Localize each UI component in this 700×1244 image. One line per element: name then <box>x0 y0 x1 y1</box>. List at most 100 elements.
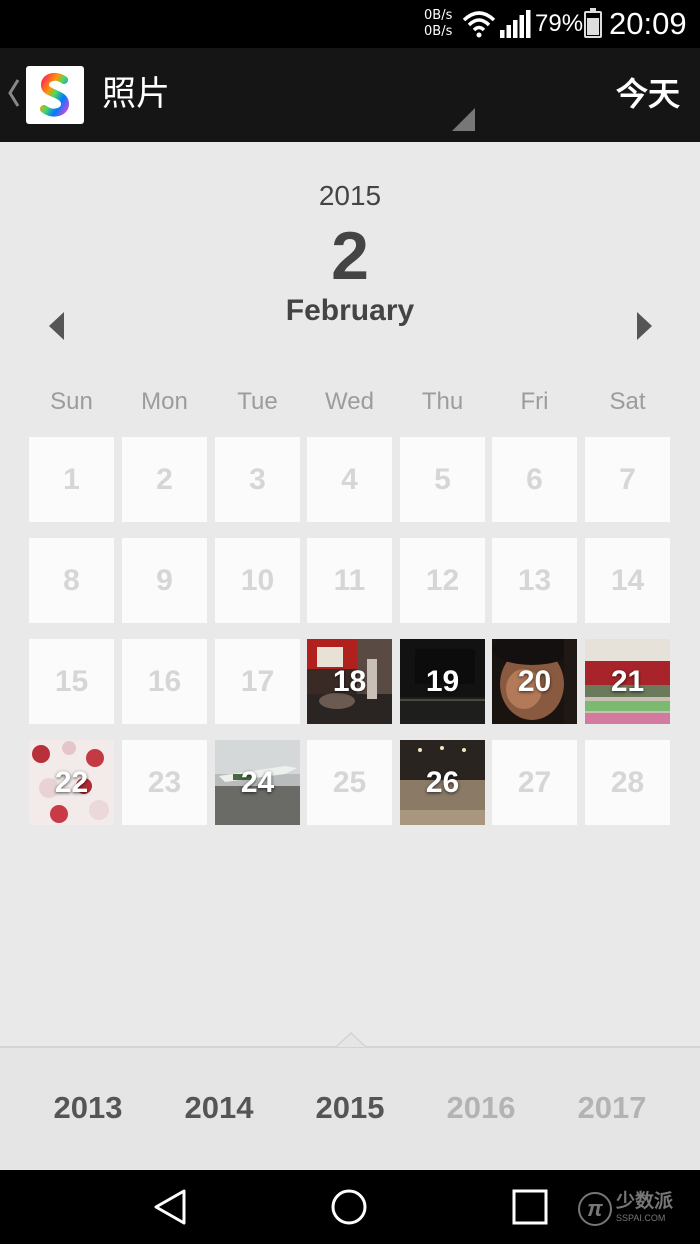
day-cell[interactable]: 17 <box>215 639 300 724</box>
home-circle-icon[interactable] <box>330 1188 368 1226</box>
day-number: 18 <box>332 664 367 698</box>
day-cell[interactable]: 1 <box>29 437 114 522</box>
day-number: 15 <box>54 664 89 698</box>
day-number: 25 <box>332 765 367 799</box>
chevron-left-icon[interactable] <box>7 78 21 108</box>
net-up-speed: 0B/s <box>424 8 453 23</box>
clock: 20:09 <box>609 6 687 41</box>
day-cell[interactable]: 7 <box>585 437 670 522</box>
day-number: 17 <box>240 664 275 698</box>
day-number: 6 <box>526 462 543 496</box>
selected-year: 2015 <box>318 180 382 211</box>
day-number: 7 <box>619 462 636 496</box>
weekday-wed: Wed <box>325 388 374 415</box>
s-logo-icon <box>40 72 69 117</box>
day-number: 1 <box>63 462 80 496</box>
today-button[interactable]: 今天 <box>616 74 680 114</box>
day-cell[interactable]: 12 <box>400 538 485 623</box>
day-cell[interactable]: 11 <box>307 538 392 623</box>
sspai-watermark: π 少数派 SSPAI.COM <box>578 1190 688 1230</box>
year-2015[interactable]: 2015 <box>285 1090 415 1126</box>
year-2013[interactable]: 2013 <box>23 1090 153 1126</box>
day-number: 21 <box>610 664 645 698</box>
next-month-arrow-icon[interactable] <box>637 312 652 340</box>
day-number: 24 <box>240 765 275 799</box>
day-cell[interactable]: 15 <box>29 639 114 724</box>
watermark-subtext: SSPAI.COM <box>616 1213 666 1223</box>
year-selector: 2013 2014 2015 2016 2017 <box>0 1032 700 1170</box>
weekday-mon: Mon <box>141 388 188 415</box>
day-number: 28 <box>610 765 645 799</box>
day-cell[interactable]: 13 <box>492 538 577 623</box>
year-2017[interactable]: 2017 <box>547 1090 677 1126</box>
day-number: 20 <box>517 664 552 698</box>
selected-day: 2 <box>331 218 369 294</box>
weekday-tue: Tue <box>237 388 278 415</box>
selected-month: February <box>285 294 415 327</box>
day-cell-photo[interactable]: 18 <box>307 639 392 724</box>
day-cell[interactable]: 25 <box>307 740 392 825</box>
app-title[interactable]: 照片 <box>102 74 170 114</box>
weekday-fri: Fri <box>520 388 549 415</box>
day-number: 26 <box>425 765 460 799</box>
app-bar: 照片 今天 <box>0 48 700 142</box>
day-number: 9 <box>156 563 173 597</box>
weekday-sun: Sun <box>50 388 93 415</box>
recents-square-icon[interactable] <box>511 1188 549 1226</box>
battery-icon <box>584 8 602 38</box>
day-number: 27 <box>517 765 552 799</box>
dropdown-triangle-icon[interactable] <box>452 108 475 131</box>
day-number: 3 <box>249 462 266 496</box>
status-bar: 0B/s 0B/s 79% 20:09 <box>0 0 700 48</box>
day-cell-photo[interactable]: 19 <box>400 639 485 724</box>
weekday-sat: Sat <box>609 388 646 415</box>
day-number: 11 <box>333 563 366 597</box>
day-cell-photo[interactable]: 21 <box>585 639 670 724</box>
wifi-icon <box>462 11 496 38</box>
cell-signal-icon <box>500 10 531 38</box>
year-pointer-icon <box>337 1034 365 1047</box>
day-number: 8 <box>63 563 80 597</box>
day-number: 13 <box>517 563 552 597</box>
day-number: 2 <box>156 462 173 496</box>
prev-month-arrow-icon[interactable] <box>49 312 64 340</box>
day-cell[interactable]: 3 <box>215 437 300 522</box>
day-cell[interactable]: 9 <box>122 538 207 623</box>
month-grid: 1 2 3 4 5 6 7 8 9 10 11 12 13 14 15 16 1… <box>29 437 670 825</box>
day-cell[interactable]: 14 <box>585 538 670 623</box>
day-cell[interactable]: 23 <box>122 740 207 825</box>
day-number: 4 <box>341 462 358 496</box>
day-number: 10 <box>240 563 275 597</box>
day-cell-photo[interactable]: 24 <box>215 740 300 825</box>
system-nav-bar: π 少数派 SSPAI.COM <box>0 1170 700 1244</box>
net-down-speed: 0B/s <box>424 24 453 39</box>
day-cell-photo[interactable]: 26 <box>400 740 485 825</box>
day-number: 12 <box>425 563 460 597</box>
day-cell[interactable]: 4 <box>307 437 392 522</box>
year-2014[interactable]: 2014 <box>154 1090 284 1126</box>
app-logo[interactable] <box>26 66 84 124</box>
weekday-thu: Thu <box>421 388 464 415</box>
day-cell[interactable]: 8 <box>29 538 114 623</box>
day-cell[interactable]: 5 <box>400 437 485 522</box>
day-cell[interactable]: 27 <box>492 740 577 825</box>
pi-logo-icon: π <box>578 1192 612 1226</box>
day-number: 22 <box>54 765 89 799</box>
day-cell[interactable]: 10 <box>215 538 300 623</box>
year-2016[interactable]: 2016 <box>416 1090 546 1126</box>
day-number: 14 <box>610 563 645 597</box>
back-triangle-icon[interactable] <box>152 1188 188 1226</box>
day-number: 23 <box>147 765 182 799</box>
day-cell[interactable]: 2 <box>122 437 207 522</box>
day-cell-photo[interactable]: 22 <box>29 740 114 825</box>
day-cell[interactable]: 6 <box>492 437 577 522</box>
day-cell[interactable]: 28 <box>585 740 670 825</box>
day-cell[interactable]: 16 <box>122 639 207 724</box>
day-number: 16 <box>147 664 182 698</box>
day-cell-photo[interactable]: 20 <box>492 639 577 724</box>
battery-percentage: 79% <box>535 10 584 37</box>
network-speed: 0B/s 0B/s <box>424 8 452 40</box>
day-number: 19 <box>425 664 460 698</box>
day-number: 5 <box>434 462 451 496</box>
calendar-view: 2015 2 February Sun Mon Tue Wed Thu Fri … <box>0 142 700 1046</box>
